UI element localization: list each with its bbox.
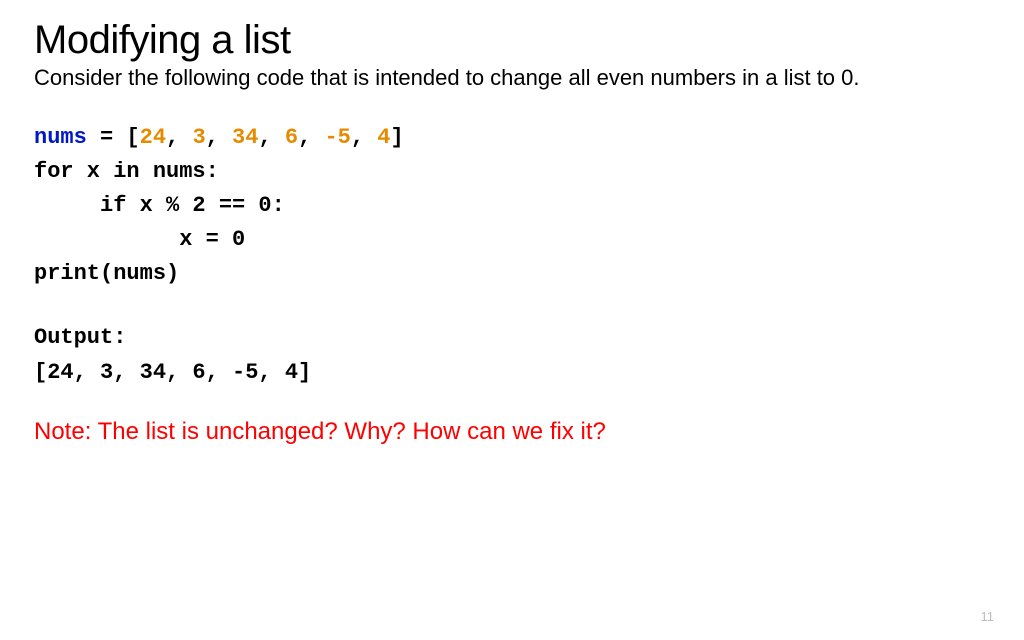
- code-num-3: 6: [285, 125, 298, 150]
- note: Note: The list is unchanged? Why? How ca…: [34, 418, 990, 446]
- code-num-0: 24: [140, 125, 166, 150]
- code-line-2: for x in nums:: [34, 159, 219, 184]
- code-comma-2: ,: [258, 125, 284, 150]
- code-line-3: if x % 2 == 0:: [34, 193, 285, 218]
- code-comma-4: ,: [351, 125, 377, 150]
- code-block: nums = [24, 3, 34, 6, -5, 4] for x in nu…: [34, 121, 990, 291]
- code-close: ]: [390, 125, 403, 150]
- code-line-4: x = 0: [34, 227, 245, 252]
- code-varname: nums: [34, 125, 87, 150]
- code-num-1: 3: [192, 125, 205, 150]
- code-line-5: print(nums): [34, 261, 179, 286]
- code-comma-0: ,: [166, 125, 192, 150]
- code-num-4: -5: [324, 125, 350, 150]
- slide: Modifying a list Consider the following …: [0, 0, 1024, 640]
- code-eq: = [: [87, 125, 140, 150]
- page-title: Modifying a list: [34, 18, 990, 63]
- code-comma-3: ,: [298, 125, 324, 150]
- output-value: [24, 3, 34, 6, -5, 4]: [34, 356, 990, 390]
- subtitle: Consider the following code that is inte…: [34, 65, 990, 91]
- code-comma-1: ,: [206, 125, 232, 150]
- code-num-2: 34: [232, 125, 258, 150]
- output-label: Output:: [34, 321, 990, 355]
- code-num-5: 4: [377, 125, 390, 150]
- page-number: 11: [981, 609, 995, 624]
